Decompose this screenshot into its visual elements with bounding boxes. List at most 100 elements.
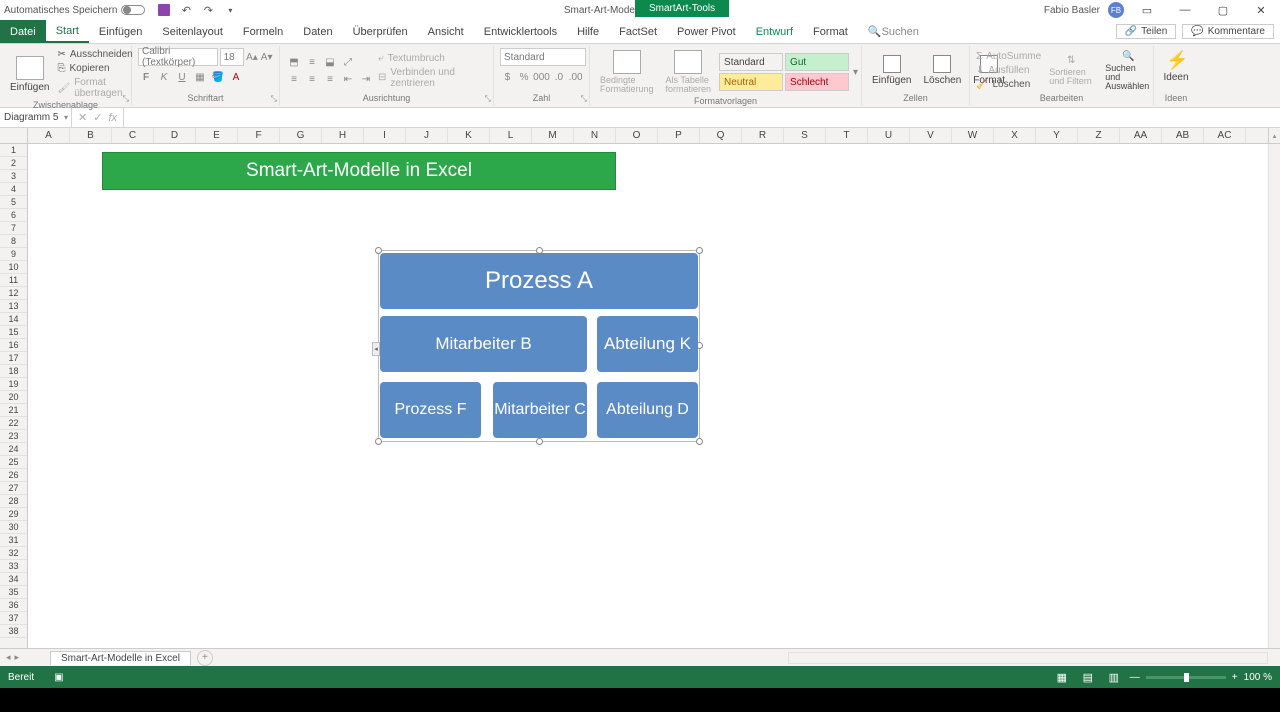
column-header-AA[interactable]: AA [1120, 128, 1162, 143]
row-header-27[interactable]: 27 [0, 482, 27, 495]
column-header-X[interactable]: X [994, 128, 1036, 143]
percent-button[interactable]: % [517, 69, 532, 85]
column-header-V[interactable]: V [910, 128, 952, 143]
sheet-nav-prev[interactable]: ◂ [6, 652, 11, 663]
column-header-H[interactable]: H [322, 128, 364, 143]
column-header-Q[interactable]: Q [700, 128, 742, 143]
delete-cells-button[interactable]: Löschen [919, 53, 965, 88]
row-header-30[interactable]: 30 [0, 521, 27, 534]
row-header-26[interactable]: 26 [0, 469, 27, 482]
minimize-button[interactable]: — [1170, 1, 1200, 19]
smartart-node-mitarbeiter-c[interactable]: Mitarbeiter C [493, 382, 587, 438]
redo-button[interactable]: ↷ [201, 3, 215, 17]
dec-inc-button[interactable]: .0 [552, 69, 567, 85]
sheet-nav-next[interactable]: ▸ [15, 652, 20, 663]
format-painter-button[interactable]: 🖌 Format übertragen [57, 76, 132, 100]
tab-einfuegen[interactable]: Einfügen [89, 20, 152, 43]
tab-hilfe[interactable]: Hilfe [567, 20, 609, 43]
column-header-C[interactable]: C [112, 128, 154, 143]
resize-handle-s[interactable] [536, 438, 543, 445]
bold-button[interactable]: F [138, 69, 154, 85]
formula-input[interactable] [124, 108, 1280, 127]
row-header-6[interactable]: 6 [0, 209, 27, 222]
row-header-17[interactable]: 17 [0, 352, 27, 365]
autosave-toggle[interactable]: Automatisches Speichern [4, 5, 145, 16]
row-header-7[interactable]: 7 [0, 222, 27, 235]
wrap-text-button[interactable]: ⤶ Textumbruch [378, 52, 487, 65]
row-header-3[interactable]: 3 [0, 170, 27, 183]
clear-button[interactable]: 🧹 Löschen [976, 78, 1041, 91]
column-header-G[interactable]: G [280, 128, 322, 143]
row-header-36[interactable]: 36 [0, 599, 27, 612]
row-header-1[interactable]: 1 [0, 144, 27, 157]
resize-handle-se[interactable] [696, 438, 703, 445]
column-header-O[interactable]: O [616, 128, 658, 143]
column-header-AB[interactable]: AB [1162, 128, 1204, 143]
row-header-37[interactable]: 37 [0, 612, 27, 625]
smartart-diagram[interactable]: ◂ Prozess A Mitarbeiter B Abteilung K Pr… [378, 250, 700, 442]
tab-formeln[interactable]: Formeln [233, 20, 293, 43]
column-header-I[interactable]: I [364, 128, 406, 143]
zoom-level[interactable]: 100 % [1244, 672, 1272, 683]
row-header-14[interactable]: 14 [0, 313, 27, 326]
row-header-11[interactable]: 11 [0, 274, 27, 287]
spreadsheet-grid[interactable]: 1234567891011121314151617181920212223242… [0, 144, 1280, 648]
smartart-node-abteilung-k[interactable]: Abteilung K [597, 316, 698, 372]
row-header-22[interactable]: 22 [0, 417, 27, 430]
column-header-M[interactable]: M [532, 128, 574, 143]
tab-daten[interactable]: Daten [293, 20, 342, 43]
row-header-29[interactable]: 29 [0, 508, 27, 521]
indent-inc-button[interactable]: ⇥ [358, 71, 374, 87]
close-button[interactable]: ✕ [1246, 1, 1276, 19]
smartart-node-abteilung-d[interactable]: Abteilung D [597, 382, 698, 438]
column-header-R[interactable]: R [742, 128, 784, 143]
column-header-U[interactable]: U [868, 128, 910, 143]
comments-button[interactable]: 💬 Kommentare [1182, 24, 1274, 39]
merge-button[interactable]: ⊟ Verbinden und zentrieren [378, 66, 487, 90]
fill-color-button[interactable]: 🪣 [210, 69, 226, 85]
column-header-W[interactable]: W [952, 128, 994, 143]
insert-cells-button[interactable]: Einfügen [868, 53, 915, 88]
tab-factset[interactable]: FactSet [609, 20, 667, 43]
find-select-button[interactable]: 🔍Suchen und Auswählen [1101, 49, 1155, 93]
grow-font-button[interactable]: A▴ [246, 49, 259, 65]
vertical-scrollbar[interactable] [1268, 144, 1280, 648]
column-header-E[interactable]: E [196, 128, 238, 143]
view-page-break-button[interactable]: ▥ [1104, 669, 1124, 685]
sort-filter-button[interactable]: ⇅Sortieren und Filtern [1045, 53, 1097, 88]
indent-dec-button[interactable]: ⇤ [340, 71, 356, 87]
smartart-node-mitarbeiter-b[interactable]: Mitarbeiter B [380, 316, 587, 372]
sheet-tab-active[interactable]: Smart-Art-Modelle in Excel [50, 651, 191, 665]
column-header-S[interactable]: S [784, 128, 826, 143]
tab-powerpivot[interactable]: Power Pivot [667, 20, 746, 43]
tab-format[interactable]: Format [803, 20, 858, 43]
tab-seitenlayout[interactable]: Seitenlayout [152, 20, 233, 43]
row-header-25[interactable]: 25 [0, 456, 27, 469]
format-as-table-button[interactable]: Als Tabelle formatieren [662, 48, 716, 96]
column-header-F[interactable]: F [238, 128, 280, 143]
row-header-34[interactable]: 34 [0, 573, 27, 586]
font-select[interactable]: Calibri (Textkörper) [138, 48, 218, 66]
qat-customize[interactable]: ▾ [223, 3, 237, 17]
column-header-L[interactable]: L [490, 128, 532, 143]
row-header-9[interactable]: 9 [0, 248, 27, 261]
column-header-AC[interactable]: AC [1204, 128, 1246, 143]
zoom-in-button[interactable]: + [1232, 672, 1238, 683]
style-gut[interactable]: Gut [785, 53, 849, 71]
comma-button[interactable]: 000 [534, 69, 550, 85]
dec-dec-button[interactable]: .00 [568, 69, 583, 85]
add-sheet-button[interactable]: + [197, 650, 213, 666]
resize-handle-sw[interactable] [375, 438, 382, 445]
row-header-28[interactable]: 28 [0, 495, 27, 508]
column-header-K[interactable]: K [448, 128, 490, 143]
view-normal-button[interactable]: ▦ [1052, 669, 1072, 685]
smartart-text-pane-toggle[interactable]: ◂ [372, 342, 380, 356]
confirm-formula-button[interactable]: ✓ [93, 111, 102, 124]
undo-button[interactable]: ↶ [179, 3, 193, 17]
smartart-node-prozess-f[interactable]: Prozess F [380, 382, 481, 438]
row-header-38[interactable]: 38 [0, 625, 27, 638]
column-header-B[interactable]: B [70, 128, 112, 143]
maximize-button[interactable]: ▢ [1208, 1, 1238, 19]
alignment-dialog-launcher[interactable]: ⤡ [485, 94, 491, 104]
column-header-J[interactable]: J [406, 128, 448, 143]
